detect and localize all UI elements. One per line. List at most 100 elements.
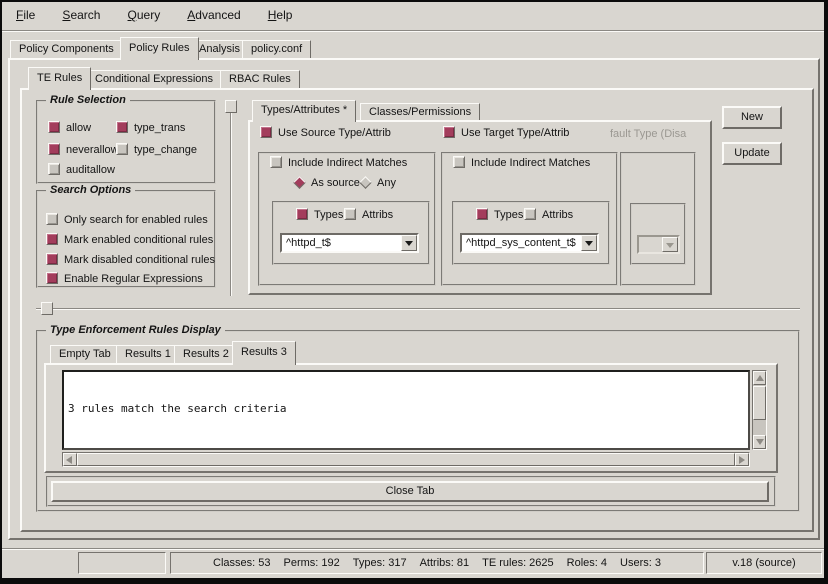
- checkbox-indicator[interactable]: [46, 272, 58, 284]
- checkbox-type-change[interactable]: type_change: [116, 143, 197, 157]
- default-type-label: fault Type (Disa: [610, 128, 710, 140]
- scroll-up-button[interactable]: [753, 371, 766, 385]
- scroll-right-button[interactable]: [735, 453, 749, 466]
- tab-results-3[interactable]: Results 3: [232, 341, 296, 365]
- checkbox-indicator[interactable]: [260, 126, 272, 138]
- dropdown-arrow-icon: [662, 237, 678, 252]
- checkbox-mark-enabled-conditional[interactable]: Mark enabled conditional rules: [46, 233, 213, 247]
- status-roles: Roles: 4: [567, 553, 607, 573]
- dropdown-arrow-icon[interactable]: [581, 235, 597, 251]
- checkbox-indicator[interactable]: [48, 163, 60, 175]
- checkbox-allow[interactable]: allow: [48, 121, 91, 135]
- status-users: Users: 3: [620, 553, 661, 573]
- statusbar-stats-cell: Classes: 53 Perms: 192 Types: 317 Attrib…: [170, 552, 704, 574]
- checkbox-target-attribs[interactable]: Attribs: [524, 208, 573, 222]
- search-options-title: Search Options: [46, 184, 135, 196]
- radio-indicator[interactable]: [359, 176, 372, 189]
- checkbox-indicator[interactable]: [46, 213, 58, 225]
- scroll-left-button[interactable]: [63, 453, 77, 466]
- tab-empty-tab[interactable]: Empty Tab: [50, 345, 120, 363]
- checkbox-indicator[interactable]: [116, 121, 128, 133]
- statusbar-empty-cell: [78, 552, 166, 574]
- menu-file[interactable]: File: [8, 6, 43, 24]
- dropdown-arrow-icon[interactable]: [401, 235, 417, 251]
- checkbox-indicator[interactable]: [524, 208, 536, 220]
- radio-any[interactable]: Any: [358, 176, 396, 190]
- checkbox-mark-disabled-conditional[interactable]: Mark disabled conditional rules: [46, 253, 215, 267]
- scroll-down-button[interactable]: [753, 435, 766, 449]
- checkbox-indicator[interactable]: [344, 208, 356, 220]
- checkbox-only-enabled-rules[interactable]: Only search for enabled rules: [46, 213, 208, 227]
- checkbox-indicator[interactable]: [116, 143, 128, 155]
- checkbox-type-trans[interactable]: type_trans: [116, 121, 185, 135]
- checkbox-source-attribs[interactable]: Attribs: [344, 208, 393, 222]
- checkbox-indicator[interactable]: [453, 156, 465, 168]
- checkbox-auditallow[interactable]: auditallow: [48, 163, 115, 177]
- checkbox-indicator[interactable]: [443, 126, 455, 138]
- vertical-scrollbar-thumb[interactable]: [753, 386, 766, 420]
- horizontal-sash-line: [36, 308, 800, 310]
- target-type-combobox-value[interactable]: ^httpd_sys_content_t$: [466, 235, 576, 251]
- checkbox-source-include-indirect[interactable]: Include Indirect Matches: [270, 156, 407, 170]
- statusbar-version-cell: v.18 (source): [706, 552, 822, 574]
- menu-query[interactable]: Query: [120, 6, 169, 24]
- status-types: Types: 317: [353, 553, 407, 573]
- app-surface: File Search Query Advanced Help Policy C…: [2, 2, 824, 578]
- checkbox-indicator[interactable]: [296, 208, 308, 220]
- menu-help[interactable]: Help: [260, 6, 301, 24]
- horizontal-scrollbar-thumb[interactable]: [77, 453, 735, 466]
- results-summary: 3 rules match the search criteria: [68, 402, 744, 416]
- checkbox-indicator[interactable]: [48, 121, 60, 133]
- default-type-combobox: [637, 235, 680, 254]
- tab-results-1[interactable]: Results 1: [116, 345, 180, 363]
- tab-analysis[interactable]: Analysis: [190, 40, 249, 58]
- radio-indicator[interactable]: [293, 176, 306, 189]
- checkbox-indicator[interactable]: [46, 253, 58, 265]
- target-type-combobox[interactable]: ^httpd_sys_content_t$: [460, 233, 599, 253]
- right-arrow-icon: [739, 456, 745, 464]
- checkbox-target-include-indirect[interactable]: Include Indirect Matches: [453, 156, 590, 170]
- horizontal-sash-handle[interactable]: [41, 302, 53, 315]
- update-button[interactable]: Update: [722, 142, 782, 165]
- horizontal-scrollbar[interactable]: [62, 452, 750, 467]
- checkbox-source-types[interactable]: Types: [296, 208, 343, 222]
- checkbox-indicator[interactable]: [476, 208, 488, 220]
- tab-policy-rules[interactable]: Policy Rules: [120, 37, 199, 60]
- new-button[interactable]: New: [722, 106, 782, 129]
- vertical-scrollbar[interactable]: [752, 370, 767, 450]
- results-text-area[interactable]: 3 rules match the search criteria (5822)…: [62, 370, 750, 450]
- checkbox-indicator[interactable]: [46, 233, 58, 245]
- status-te-rules: TE rules: 2625: [482, 553, 554, 573]
- checkbox-enable-regex[interactable]: Enable Regular Expressions: [46, 272, 203, 286]
- tab-conditional-expressions[interactable]: Conditional Expressions: [86, 70, 222, 88]
- tab-policy-conf[interactable]: policy.conf: [242, 40, 311, 58]
- left-arrow-icon: [66, 456, 72, 464]
- checkbox-indicator[interactable]: [270, 156, 282, 168]
- source-type-combobox[interactable]: ^httpd_t$: [280, 233, 419, 253]
- checkbox-indicator[interactable]: [48, 143, 60, 155]
- rule-selection-title: Rule Selection: [46, 94, 130, 106]
- checkbox-use-target-type[interactable]: Use Target Type/Attrib: [443, 126, 569, 140]
- checkbox-target-types[interactable]: Types: [476, 208, 523, 222]
- tab-types-attributes[interactable]: Types/Attributes *: [252, 100, 356, 122]
- tab-policy-components[interactable]: Policy Components: [10, 40, 123, 58]
- te-rules-display-title: Type Enforcement Rules Display: [46, 324, 225, 336]
- close-tab-button-frame: Close Tab: [46, 476, 776, 507]
- close-tab-button[interactable]: Close Tab: [51, 481, 769, 502]
- radio-as-source[interactable]: As source: [292, 176, 360, 190]
- checkbox-neverallow[interactable]: neverallow: [48, 143, 119, 157]
- menubar: File Search Query Advanced Help: [8, 6, 300, 28]
- source-type-combobox-value[interactable]: ^httpd_t$: [286, 235, 331, 251]
- menu-advanced[interactable]: Advanced: [179, 6, 248, 24]
- up-arrow-icon: [756, 375, 764, 381]
- status-attribs: Attribs: 81: [420, 553, 470, 573]
- tab-results-2[interactable]: Results 2: [174, 345, 238, 363]
- tab-classes-permissions[interactable]: Classes/Permissions: [360, 103, 480, 120]
- status-classes: Classes: 53: [213, 553, 270, 573]
- checkbox-use-source-type[interactable]: Use Source Type/Attrib: [260, 126, 391, 140]
- default-type-inner-frame: [630, 203, 686, 265]
- tab-rbac-rules[interactable]: RBAC Rules: [220, 70, 300, 88]
- vertical-sash-handle[interactable]: [225, 100, 237, 113]
- tab-te-rules[interactable]: TE Rules: [28, 67, 91, 90]
- menu-search[interactable]: Search: [54, 6, 108, 24]
